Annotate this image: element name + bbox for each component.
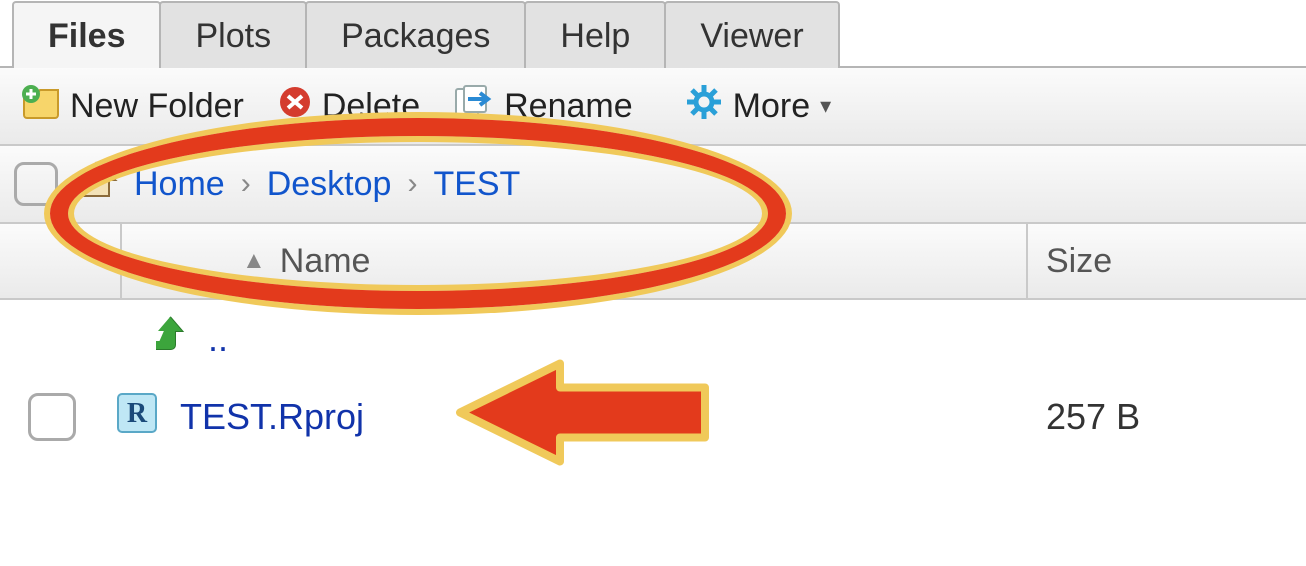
file-link-rproj[interactable]: R TEST.Rproj [114,390,1028,445]
column-headers: ▲ Name Size [0,224,1306,300]
breadcrumb-sep-2: › [407,167,417,201]
tab-packages[interactable]: Packages [305,1,526,68]
rename-button[interactable]: Rename [446,81,641,132]
column-name-label: Name [280,242,371,281]
tab-help[interactable]: Help [524,1,666,68]
parent-dir-link[interactable]: .. [114,315,1028,364]
breadcrumb-desktop[interactable]: Desktop [267,165,392,204]
rename-icon [454,85,494,128]
breadcrumb-row: Home › Desktop › TEST [0,146,1306,224]
home-icon[interactable] [74,160,118,209]
tab-files[interactable]: Files [12,1,161,68]
new-folder-label: New Folder [70,87,244,126]
tab-viewer[interactable]: Viewer [664,1,839,68]
rproj-icon: R [114,390,160,445]
delete-button[interactable]: Delete [270,81,428,132]
parent-dir-label: .. [208,318,228,360]
new-folder-button[interactable]: New Folder [14,81,252,132]
file-name-label: TEST.Rproj [180,396,364,438]
column-check-placeholder [0,224,122,298]
column-size-label: Size [1046,242,1112,281]
select-all-checkbox[interactable] [14,162,58,206]
delete-label: Delete [322,87,420,126]
file-row-project: R TEST.Rproj 257 B [0,378,1306,456]
rename-label: Rename [504,87,633,126]
checkbox-placeholder [28,315,76,363]
svg-text:R: R [127,398,148,429]
breadcrumb-sep-1: › [241,167,251,201]
file-row-parent: .. [0,300,1306,378]
tab-plots[interactable]: Plots [159,1,307,68]
gear-icon [685,83,723,130]
sort-ascending-icon: ▲ [242,247,266,275]
file-size-value: 257 B [1028,396,1306,438]
column-size-header[interactable]: Size [1028,224,1306,298]
column-name-header[interactable]: ▲ Name [122,224,1028,298]
delete-icon [278,85,312,128]
files-toolbar: New Folder Delete Rename [0,68,1306,146]
pane-tabs: Files Plots Packages Help Viewer [0,0,1306,68]
more-label: More [733,87,810,126]
chevron-down-icon: ▾ [820,93,831,119]
breadcrumb-home[interactable]: Home [134,165,225,204]
new-folder-icon [22,85,60,128]
breadcrumb-test[interactable]: TEST [433,165,520,204]
row-checkbox[interactable] [28,393,76,441]
more-button[interactable]: More ▾ [677,79,840,134]
up-arrow-icon [152,315,188,364]
